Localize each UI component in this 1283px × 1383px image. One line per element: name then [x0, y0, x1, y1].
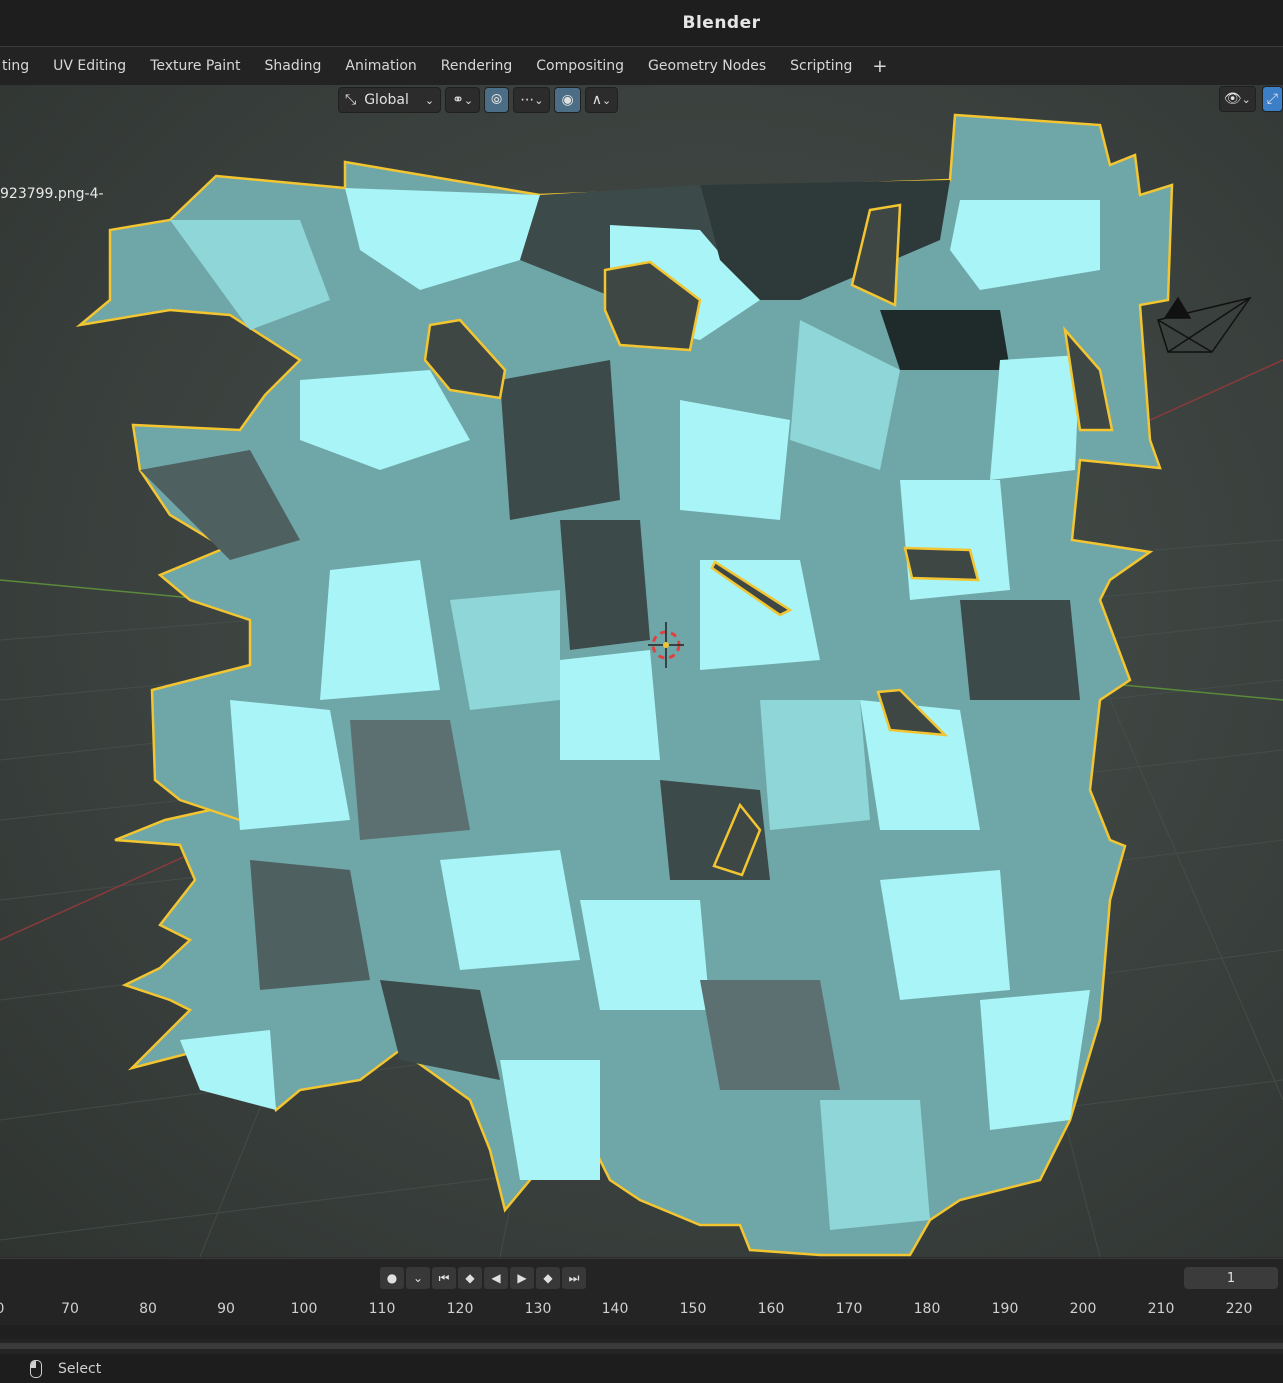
jump-start-icon: ⏮	[438, 1270, 450, 1285]
chevron-down-icon: ⌄	[1241, 92, 1251, 106]
record-icon: ●	[386, 1271, 398, 1285]
jump-to-end-button[interactable]: ⏭	[562, 1267, 586, 1289]
tick-label: 170	[835, 1301, 863, 1317]
proportional-edit-toggle[interactable]: ◉	[554, 87, 581, 113]
pivot-icon: ⚭	[452, 92, 464, 108]
viewport-header-tools: ⤡ Global ⌄ ⚭ ⌄ ⦾ ⋯ ⌄ ◉ ∧ ⌄	[338, 86, 619, 114]
next-keyframe-icon: ◆	[543, 1271, 553, 1285]
pivot-point-dropdown[interactable]: ⚭ ⌄	[445, 87, 481, 113]
viewport-canvas	[0, 113, 1283, 1257]
status-bar: Select	[0, 1354, 1283, 1383]
title-bar: Blender	[0, 0, 1283, 47]
prev-keyframe-button[interactable]: ◆	[458, 1267, 482, 1289]
tick-label: 220	[1225, 1301, 1253, 1317]
snap-toggle[interactable]: ⦾	[484, 87, 510, 113]
play-icon: ▶	[517, 1271, 527, 1285]
tick-label: 100	[290, 1301, 318, 1317]
tick-label: 210	[1147, 1301, 1175, 1317]
play-button[interactable]: ▶	[510, 1267, 534, 1289]
jump-end-icon: ⏭	[568, 1270, 580, 1285]
play-reverse-button[interactable]: ◀	[484, 1267, 508, 1289]
tick-label: 70	[61, 1301, 79, 1317]
chevron-down-icon: ⌄	[424, 93, 435, 107]
tick-label: 140	[601, 1301, 629, 1317]
tab-texture-paint[interactable]: Texture Paint	[138, 58, 252, 74]
timeline-track[interactable]	[0, 1325, 1283, 1339]
visibility-icon: 👁	[1223, 91, 1242, 107]
gizmo-toggle[interactable]: ⤢	[1261, 86, 1283, 112]
tab-uv-editing[interactable]: UV Editing	[41, 58, 138, 74]
mesh-object[interactable]	[75, 113, 1174, 1257]
transform-orientation-value: Global	[364, 92, 409, 108]
playback-controls: ● ⌄ ⏮ ◆ ◀ ▶ ◆ ⏭	[380, 1267, 586, 1289]
transform-orientation-icon: ⤡	[345, 92, 357, 108]
snap-increment-icon: ⋯	[520, 92, 535, 108]
tick-label: 150	[679, 1301, 707, 1317]
tick-label: 160	[757, 1301, 785, 1317]
next-keyframe-button[interactable]: ◆	[536, 1267, 560, 1289]
tick-label: 80	[139, 1301, 157, 1317]
mouse-left-icon	[30, 1359, 42, 1378]
timeline-ruler[interactable]: 0 70 80 90 100 110 120 130 140 150 160 1…	[0, 1297, 1283, 1349]
gizmo-icon: ⤢	[1266, 91, 1278, 107]
play-reverse-icon: ◀	[491, 1271, 501, 1285]
tick-label: 120	[446, 1301, 474, 1317]
camera-icon[interactable]	[1157, 296, 1252, 353]
add-workspace-button[interactable]: +	[864, 56, 895, 77]
viewport-right-tools: 👁 ⌄ ⤢	[1218, 86, 1283, 112]
proportional-falloff-dropdown[interactable]: ∧ ⌄	[584, 87, 619, 113]
status-select-label: Select	[58, 1360, 102, 1377]
tick-label: 190	[991, 1301, 1019, 1317]
tab-geometry-nodes[interactable]: Geometry Nodes	[636, 58, 778, 74]
tab-rendering[interactable]: Rendering	[429, 58, 525, 74]
tab-editing[interactable]: ting	[0, 58, 41, 74]
chevron-down-icon: ⌄	[412, 1271, 424, 1285]
window-title: Blender	[682, 13, 761, 33]
tick-label: 0	[0, 1301, 4, 1317]
3d-viewport[interactable]	[0, 85, 1283, 1257]
tab-shading[interactable]: Shading	[253, 58, 334, 74]
snap-target-dropdown[interactable]: ⋯ ⌄	[513, 87, 551, 113]
timeline: ● ⌄ ⏮ ◆ ◀ ▶ ◆ ⏭ 1 0 70 80 90 100 110 120…	[0, 1258, 1283, 1355]
visibility-dropdown[interactable]: 👁 ⌄	[1218, 86, 1256, 112]
chevron-down-icon: ⌄	[534, 93, 544, 107]
snap-icon: ⦾	[491, 92, 503, 108]
tick-label: 180	[913, 1301, 941, 1317]
transform-orientation-dropdown[interactable]: ⤡ Global ⌄	[338, 87, 442, 113]
chevron-down-icon: ⌄	[601, 93, 612, 107]
auto-keying-toggle[interactable]: ●	[380, 1267, 404, 1289]
chevron-down-icon: ⌄	[463, 93, 474, 107]
tick-label: 90	[217, 1301, 235, 1317]
workspace-tabs: ting UV Editing Texture Paint Shading An…	[0, 47, 1283, 85]
tab-compositing[interactable]: Compositing	[524, 58, 636, 74]
tab-animation[interactable]: Animation	[333, 58, 428, 74]
current-frame-field[interactable]: 1	[1184, 1267, 1278, 1289]
falloff-curve-icon: ∧	[591, 92, 602, 108]
tick-label: 200	[1069, 1301, 1097, 1317]
timeline-scrollbar[interactable]	[0, 1343, 1283, 1349]
prev-keyframe-icon: ◆	[465, 1271, 475, 1285]
proportional-edit-icon: ◉	[561, 92, 574, 108]
tab-scripting[interactable]: Scripting	[778, 58, 864, 74]
tick-label: 130	[524, 1301, 552, 1317]
keying-dropdown[interactable]: ⌄	[406, 1267, 430, 1289]
object-name-label: 923799.png-4-	[0, 186, 104, 202]
jump-to-start-button[interactable]: ⏮	[432, 1267, 456, 1289]
tick-label: 110	[368, 1301, 396, 1317]
